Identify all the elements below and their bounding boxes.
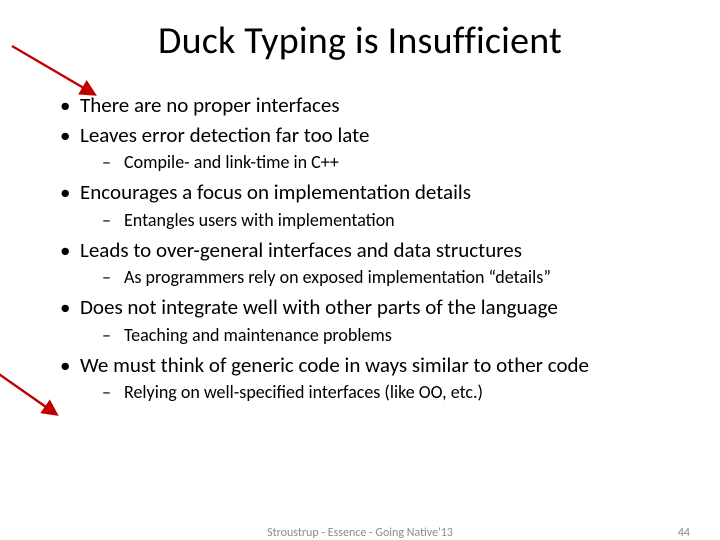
bullet-item: There are no proper interfaces (58, 92, 672, 120)
sub-item: Relying on well-specified interfaces (li… (98, 381, 672, 405)
bullet-item: Leaves error detection far too late Comp… (58, 122, 672, 175)
bullet-item: We must think of generic code in ways si… (58, 352, 672, 405)
sub-list: As programmers rely on exposed implement… (80, 266, 672, 290)
footer-text: Stroustrup - Essence - Going Native'13 (0, 526, 720, 540)
arrow-annotation-icon (0, 370, 64, 422)
bullet-text: There are no proper interfaces (80, 92, 340, 118)
bullet-text: Leaves error detection far too late (80, 122, 369, 148)
bullet-item: Leads to over-general interfaces and dat… (58, 237, 672, 290)
sub-item: As programmers rely on exposed implement… (98, 266, 672, 290)
bullet-item: Does not integrate well with other parts… (58, 294, 672, 347)
sub-list: Teaching and maintenance problems (80, 324, 672, 348)
sub-list: Entangles users with implementation (80, 209, 672, 233)
sub-item: Teaching and maintenance problems (98, 324, 672, 348)
sub-list: Compile- and link-time in C++ (80, 151, 672, 175)
sub-item: Compile- and link-time in C++ (98, 151, 672, 175)
bullet-list: There are no proper interfaces Leaves er… (58, 92, 672, 405)
bullet-text: Leads to over-general interfaces and dat… (80, 237, 522, 263)
bullet-text: Does not integrate well with other parts… (80, 294, 558, 320)
sub-item: Entangles users with implementation (98, 209, 672, 233)
bullet-item: Encourages a focus on implementation det… (58, 179, 672, 232)
bullet-text: Encourages a focus on implementation det… (80, 179, 471, 205)
bullet-text: We must think of generic code in ways si… (80, 352, 589, 378)
slide: Duck Typing is Insufficient There are no… (0, 0, 720, 540)
slide-number: 44 (678, 526, 690, 540)
sub-list: Relying on well-specified interfaces (li… (80, 381, 672, 405)
slide-title: Duck Typing is Insufficient (48, 18, 672, 64)
